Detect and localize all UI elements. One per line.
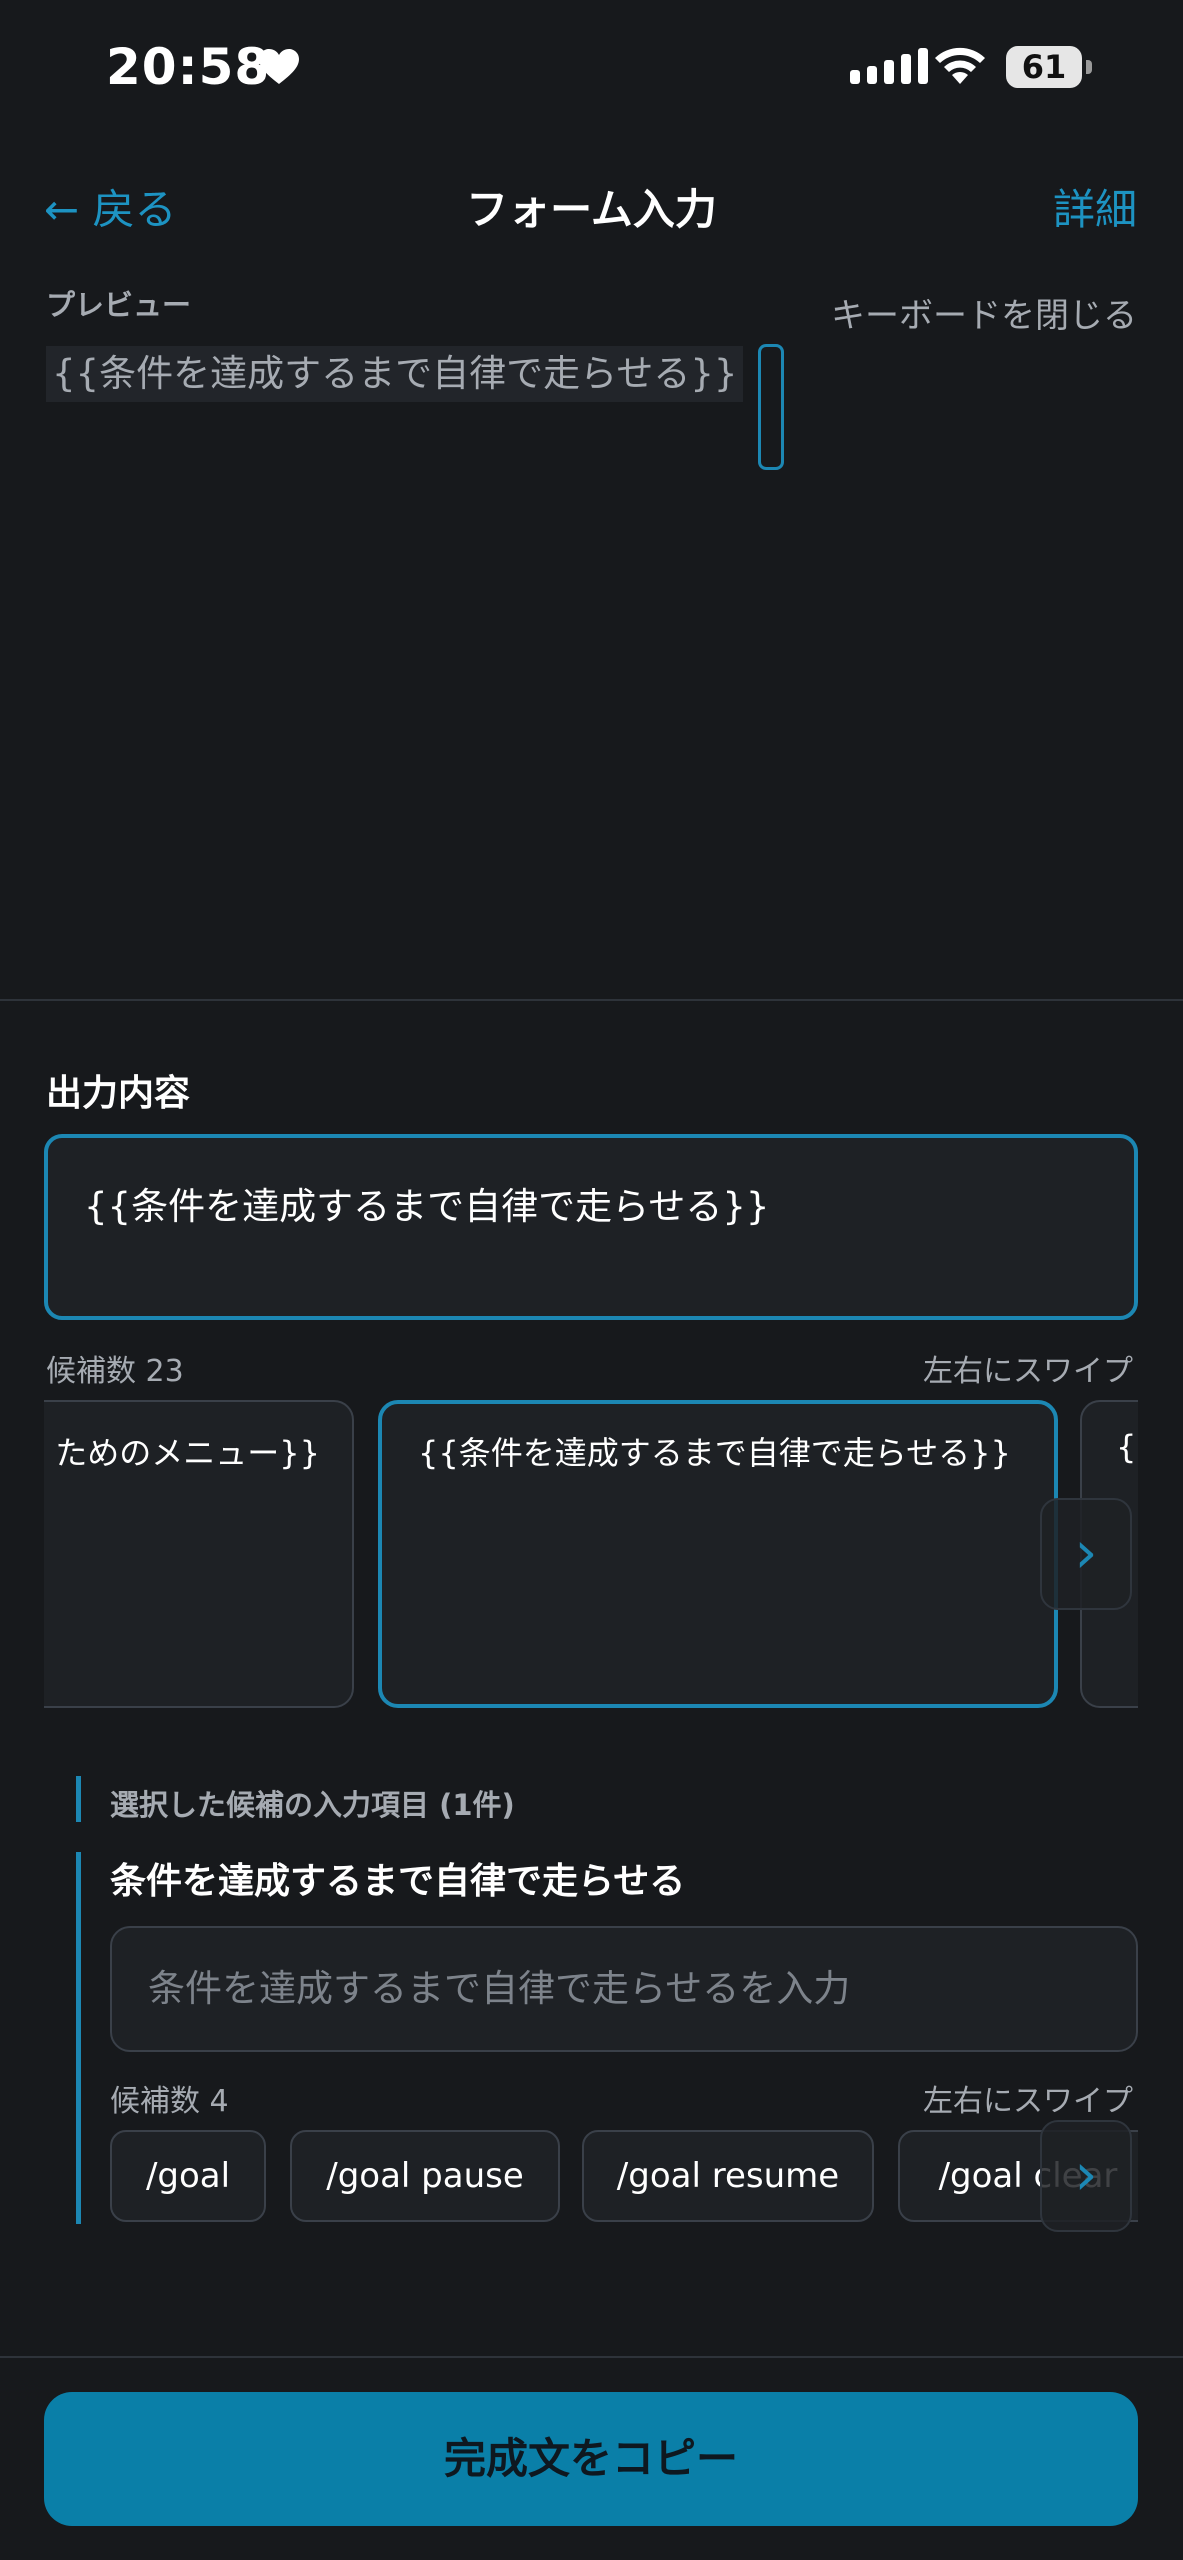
status-time: 20:58 [106,38,271,96]
output-label: 出力内容 [46,1073,191,1114]
section-accent-bar [76,1776,81,1822]
wifi-icon [930,44,990,92]
chip-goal-pause[interactable]: /goal pause [290,2130,560,2222]
chip-goal-resume[interactable]: /goal resume [582,2130,874,2222]
output-value: {{条件を達成するまで自律で走らせる}} [84,1185,770,1228]
candidate-card-text: ためのメニュー}} [55,1434,320,1472]
battery-indicator: 61 [1006,46,1082,88]
cursor-handle[interactable] [758,344,784,470]
chip-swipe-hint: 左右にスワイプ [923,2084,1133,2119]
carousel-next-button[interactable]: › [1040,1498,1132,1610]
heart-icon [258,48,300,90]
copy-button[interactable]: 完成文をコピー [44,2392,1138,2526]
chip-candidate-count: 候補数 4 [110,2084,229,2119]
close-keyboard-button[interactable]: キーボードを閉じる [831,288,1137,337]
divider [0,999,1183,1001]
field-title: 条件を達成するまで自律で走らせる [110,1861,686,1902]
chip-goal[interactable]: /goal [110,2130,266,2222]
chip-carousel[interactable]: /goal /goal pause /goal resume /goal cle… [110,2130,1138,2224]
preview-label: プレビュー [46,288,192,322]
chevron-right-icon: › [1074,1518,1098,1586]
detail-button[interactable]: 詳細 [1053,176,1137,237]
page-title: フォーム入力 [466,185,717,234]
candidate-card[interactable]: ためのメニュー}} [44,1400,354,1708]
chevron-right-icon: › [1074,2140,1098,2208]
field-accent-bar [76,1852,81,2224]
chip-next-button[interactable]: › [1040,2120,1132,2232]
preview-text: {{条件を達成するまで自律で走らせる}} [46,346,744,402]
candidate-card-selected[interactable]: {{条件を達成するまで自律で走らせる}} [378,1400,1058,1708]
candidate-carousel[interactable]: ためのメニュー}} {{条件を達成するまで自律で走らせる}} {{ [44,1400,1138,1710]
candidate-count: 候補数 23 [46,1354,184,1389]
battery-tip [1086,60,1092,74]
signal-icon [850,48,928,84]
condition-input[interactable]: 条件を達成するまで自律で走らせるを入力 [110,1926,1138,2052]
candidate-card-text: {{条件を達成するまで自律で走らせる}} [418,1434,1011,1472]
candidate-card-text: {{ [1116,1428,1138,1466]
swipe-hint: 左右にスワイプ [923,1354,1133,1389]
divider [0,2356,1183,2358]
section-label: 選択した候補の入力項目 (1件) [110,1788,515,1822]
output-field[interactable]: {{条件を達成するまで自律で走らせる}} [44,1134,1138,1320]
